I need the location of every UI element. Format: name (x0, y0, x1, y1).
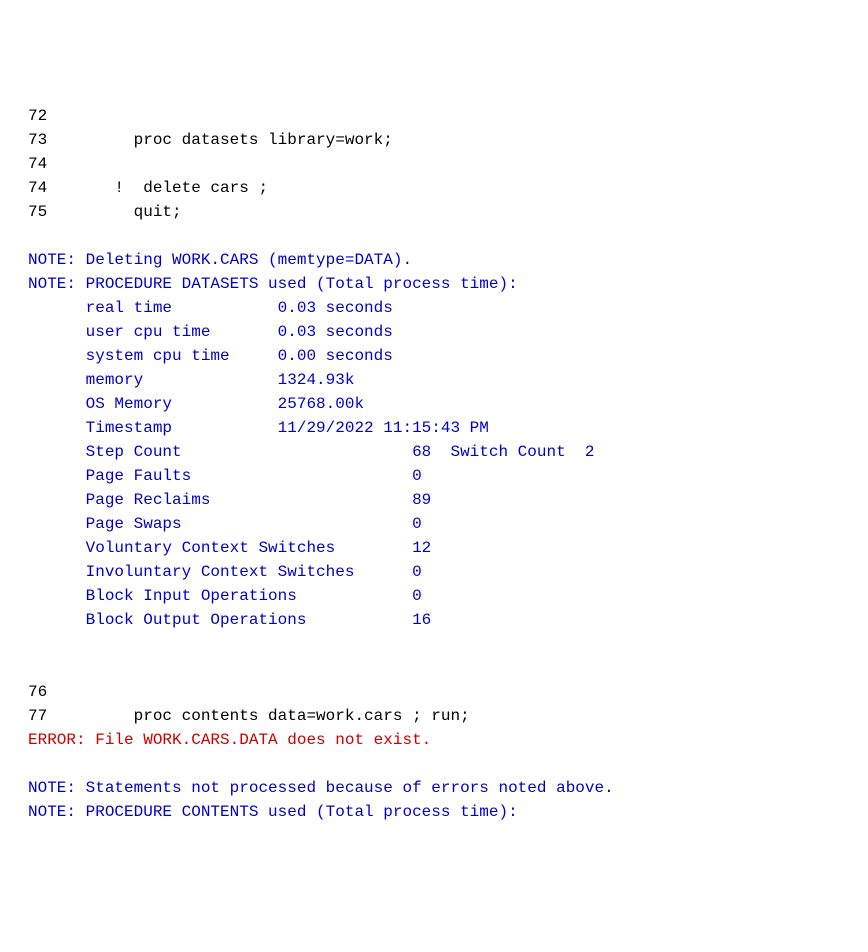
log-line (28, 224, 868, 248)
log-line: NOTE: PROCEDURE CONTENTS used (Total pro… (28, 800, 868, 824)
log-line: ERROR: File WORK.CARS.DATA does not exis… (28, 728, 868, 752)
log-line (28, 752, 868, 776)
log-line: 75 quit; (28, 200, 868, 224)
log-line: system cpu time 0.00 seconds (28, 344, 868, 368)
log-line: NOTE: Deleting WORK.CARS (memtype=DATA). (28, 248, 868, 272)
log-line: user cpu time 0.03 seconds (28, 320, 868, 344)
log-line: 73 proc datasets library=work; (28, 128, 868, 152)
log-line: Block Input Operations 0 (28, 584, 868, 608)
log-line: Voluntary Context Switches 12 (28, 536, 868, 560)
log-line: Step Count 68 Switch Count 2 (28, 440, 868, 464)
log-line: 74 ! delete cars ; (28, 176, 868, 200)
log-line: NOTE: Statements not processed because o… (28, 776, 868, 800)
sas-log-output: 7273 proc datasets library=work;7474 ! d… (28, 104, 868, 824)
log-line: 77 proc contents data=work.cars ; run; (28, 704, 868, 728)
log-line: Block Output Operations 16 (28, 608, 868, 632)
log-line: NOTE: PROCEDURE DATASETS used (Total pro… (28, 272, 868, 296)
log-line: 74 (28, 152, 868, 176)
log-line: memory 1324.93k (28, 368, 868, 392)
log-line: 72 (28, 104, 868, 128)
log-line: real time 0.03 seconds (28, 296, 868, 320)
log-line: Page Reclaims 89 (28, 488, 868, 512)
log-line: Page Faults 0 (28, 464, 868, 488)
log-line: Involuntary Context Switches 0 (28, 560, 868, 584)
log-line: 76 (28, 680, 868, 704)
log-line: OS Memory 25768.00k (28, 392, 868, 416)
log-line (28, 632, 868, 656)
log-line: Timestamp 11/29/2022 11:15:43 PM (28, 416, 868, 440)
log-line (28, 656, 868, 680)
log-line: Page Swaps 0 (28, 512, 868, 536)
